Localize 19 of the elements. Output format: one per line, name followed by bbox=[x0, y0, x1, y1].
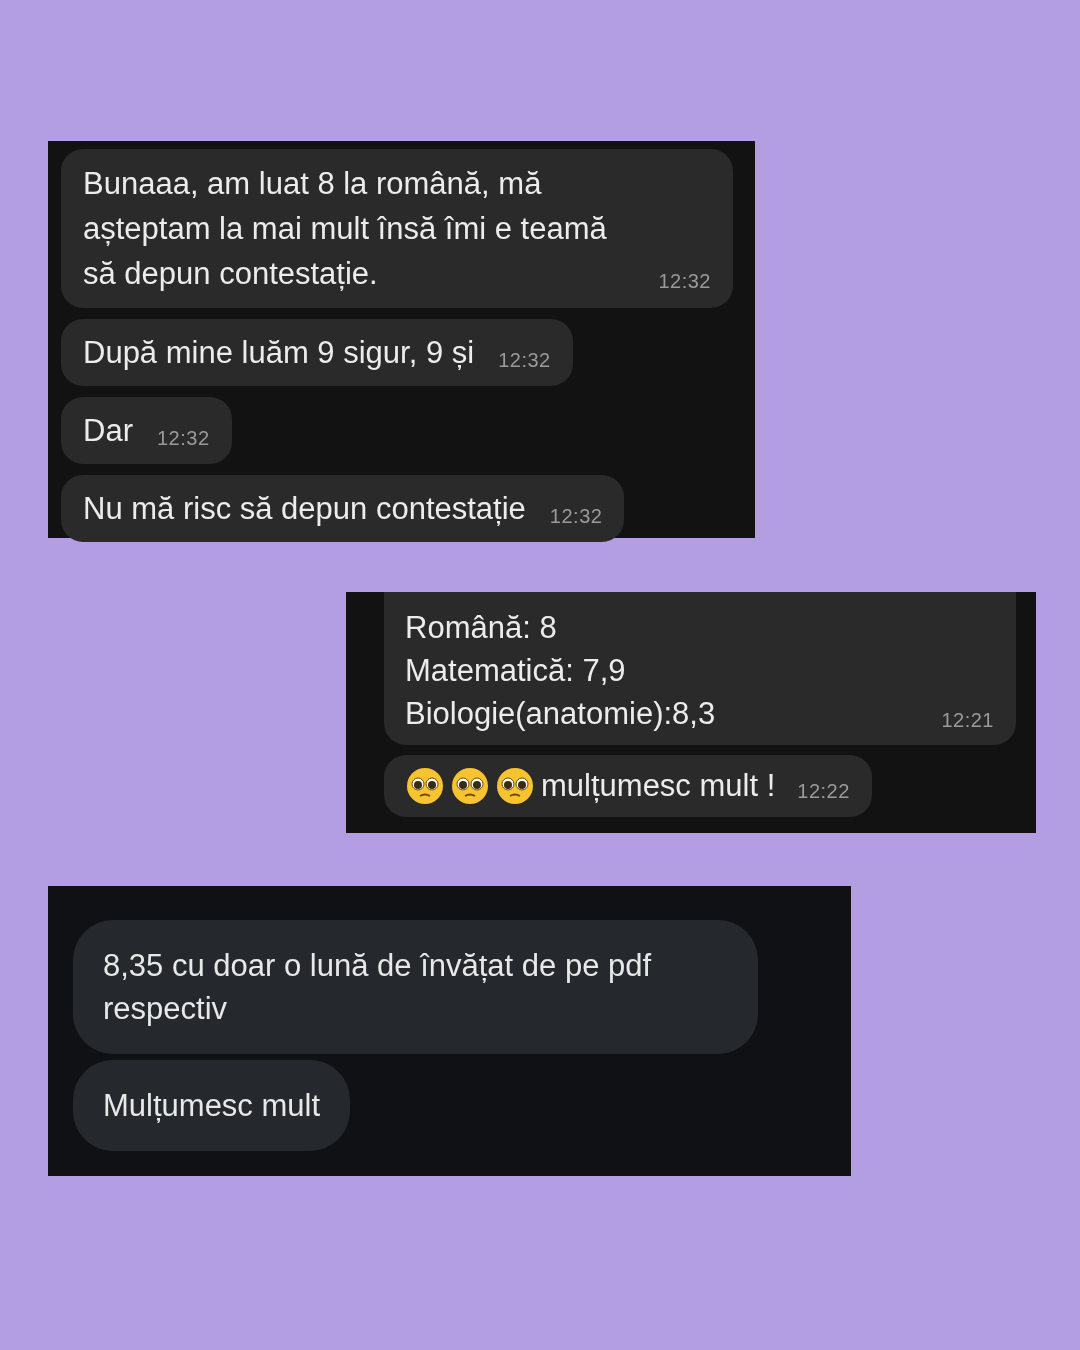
message-text: Română: 8 bbox=[405, 609, 558, 647]
message-time: 12:32 bbox=[498, 348, 551, 373]
message-text: Nu mă risc să depun contestație bbox=[83, 490, 526, 528]
message-text: Bunaaa, am luat 8 la română, mă așteptam la mai mult însă îmi e teamă să depun contestație. bbox=[83, 165, 608, 293]
message-text: Matematică: 7,9 bbox=[405, 652, 627, 690]
message-text: Mulțumesc mult bbox=[103, 1088, 321, 1123]
message-text: După mine luăm 9 sigur, 9 și bbox=[83, 334, 475, 372]
pleading-face-icon bbox=[451, 767, 489, 805]
message-text: Biologie(anatomie):8,3 bbox=[405, 695, 716, 733]
message-time: 12:22 bbox=[797, 779, 850, 804]
message-time: 12:32 bbox=[658, 269, 711, 294]
pleading-face-icon bbox=[496, 767, 534, 805]
message-time: 12:32 bbox=[156, 426, 210, 451]
message-time: 12:21 bbox=[941, 708, 994, 733]
message-text: mulțumesc mult ! bbox=[541, 767, 776, 805]
message-time: 12:32 bbox=[549, 504, 603, 529]
message-text: 8,35 cu doar o lună de învățat de pe pdf respectiv bbox=[103, 948, 652, 1026]
pleading-face-icon bbox=[406, 767, 444, 805]
message-text: Dar bbox=[83, 412, 133, 450]
